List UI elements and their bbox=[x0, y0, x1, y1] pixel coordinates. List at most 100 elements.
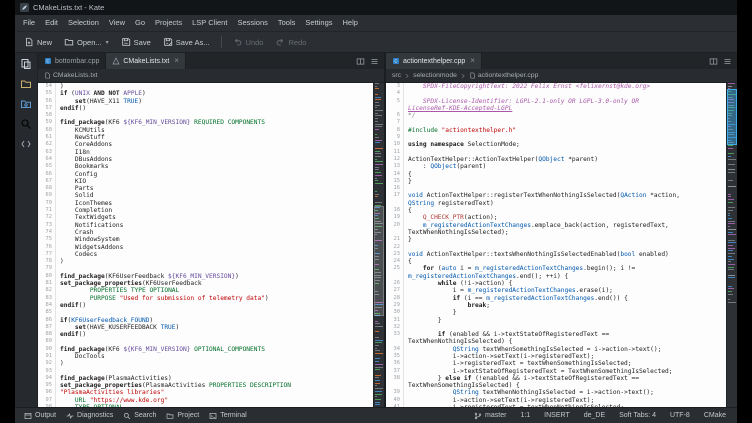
toolview-projects-button[interactable] bbox=[20, 98, 32, 110]
code-line: 66 Config bbox=[38, 171, 374, 178]
breadcrumb-actiontexthelper-cpp[interactable]: actiontexthelper.cpp bbox=[469, 72, 538, 79]
split-view-icon[interactable] bbox=[709, 57, 718, 66]
line-text: WidgetsAddons bbox=[60, 244, 374, 251]
minimap-mark bbox=[375, 202, 382, 203]
minimap-mark bbox=[728, 159, 736, 160]
minimap-scrollbar[interactable] bbox=[373, 83, 384, 407]
minimap-mark bbox=[728, 169, 735, 170]
view-menu-icon[interactable] bbox=[370, 57, 379, 66]
toolview-search-and-replace-button[interactable] bbox=[20, 118, 32, 130]
code-line: 90find_package(KF6 ${KF6_MIN_VERSION} OP… bbox=[38, 346, 374, 353]
statusbar-project-toggle[interactable]: Project bbox=[161, 408, 204, 423]
minimap-mark bbox=[375, 113, 378, 114]
menu-go[interactable]: Go bbox=[130, 15, 150, 31]
statusbar-output-toggle[interactable]: Output bbox=[19, 408, 61, 423]
breadcrumb-cmakelists-txt[interactable]: CMakeLists.txt bbox=[44, 72, 98, 79]
toolview-snippets-button[interactable] bbox=[20, 138, 32, 150]
menu-tools[interactable]: Tools bbox=[273, 15, 301, 31]
menu-settings[interactable]: Settings bbox=[300, 15, 337, 31]
code-line: 36 i->registeredText = textWhenSomething… bbox=[386, 360, 727, 367]
line-text bbox=[408, 244, 727, 251]
split-view-icon[interactable] bbox=[356, 57, 365, 66]
line-number: 5 bbox=[386, 98, 404, 105]
line-number: 17 bbox=[386, 192, 404, 199]
line-text: endif() bbox=[60, 331, 374, 338]
line-text: { bbox=[408, 171, 727, 178]
line-number: 19 bbox=[386, 214, 404, 221]
minimap-mark bbox=[375, 110, 383, 111]
save-as-button[interactable]: Save As... bbox=[158, 35, 215, 49]
code-line: 87 set(HAVE_KUSERFEEDBACK TRUE) bbox=[38, 324, 374, 331]
menu-selection[interactable]: Selection bbox=[63, 15, 104, 31]
menu-help[interactable]: Help bbox=[338, 15, 363, 31]
minimap-mark bbox=[728, 286, 732, 287]
minimap-viewport[interactable] bbox=[727, 89, 737, 144]
code-line: 97 URL "https://www.kde.org" bbox=[38, 397, 374, 404]
line-number: 41 bbox=[386, 404, 404, 407]
breadcrumb-src[interactable]: src bbox=[392, 72, 401, 79]
menu-projects[interactable]: Projects bbox=[150, 15, 187, 31]
line-number: 18 bbox=[386, 207, 404, 214]
statusbar-insert[interactable]: INSERT bbox=[537, 412, 577, 419]
breadcrumb-selectionmode[interactable]: selectionmode bbox=[413, 72, 457, 79]
tab-bottombar-cpp[interactable]: Cbottombar.cpp bbox=[38, 53, 106, 69]
statusbar-terminal-toggle[interactable]: Terminal bbox=[204, 408, 251, 423]
minimap-mark bbox=[375, 402, 380, 403]
minimap-mark bbox=[728, 221, 735, 222]
menu-sessions[interactable]: Sessions bbox=[232, 15, 272, 31]
menu-view[interactable]: View bbox=[104, 15, 130, 31]
statusbar-cmake[interactable]: CMake bbox=[697, 412, 733, 419]
statusbar-1-1[interactable]: 1:1 bbox=[513, 412, 537, 419]
line-text: i->action->setText(i->registeredText); bbox=[408, 397, 727, 404]
open-button[interactable]: Open...▾ bbox=[59, 35, 114, 49]
undo-button[interactable]: Undo bbox=[228, 35, 269, 49]
line-number: 56 bbox=[38, 98, 56, 105]
view-menu-icon[interactable] bbox=[723, 57, 732, 66]
statusbar-master[interactable]: master bbox=[467, 412, 513, 420]
menu-lsp-client[interactable]: LSP Client bbox=[187, 15, 232, 31]
statusbar-utf-8[interactable]: UTF-8 bbox=[663, 412, 697, 419]
minimap-mark bbox=[728, 248, 735, 249]
code-lines[interactable]: 54)55if (UNIX AND NOT APPLE)56 set(HAVE_… bbox=[38, 83, 374, 407]
tab-cmakelists-txt[interactable]: CMakeLists.txt× bbox=[106, 53, 186, 69]
document-open-icon bbox=[64, 37, 74, 47]
tab-close-icon[interactable]: × bbox=[174, 57, 179, 65]
menu-edit[interactable]: Edit bbox=[40, 15, 63, 31]
statusbar-de-de[interactable]: de_DE bbox=[577, 412, 612, 419]
code-line: 98 TYPE OPTIONAL bbox=[38, 404, 374, 407]
code-line: 81set_package_properties(KF6UserFeedback bbox=[38, 280, 374, 287]
code-editor[interactable]: 3 SPDX-FileCopyrightText: 2022 Felix Ern… bbox=[386, 83, 737, 407]
code-line: 78) bbox=[38, 258, 374, 265]
minimap-mark bbox=[375, 161, 383, 162]
statusbar-diagnostics-toggle[interactable]: Diagnostics bbox=[61, 408, 118, 423]
line-number: 28 bbox=[386, 295, 404, 302]
toolview-filesystem-browser-button[interactable] bbox=[20, 78, 32, 90]
toolview-documents-button[interactable] bbox=[20, 58, 32, 70]
minimap-viewport[interactable] bbox=[374, 206, 384, 316]
line-number: 97 bbox=[38, 397, 56, 404]
tab-label: bottombar.cpp bbox=[55, 58, 99, 65]
search-icon bbox=[123, 412, 131, 420]
line-number: 67 bbox=[38, 178, 56, 185]
statusbar-soft-tabs-4[interactable]: Soft Tabs: 4 bbox=[612, 412, 663, 419]
save-button[interactable]: Save bbox=[116, 35, 156, 49]
statusbar-search-toggle[interactable]: Search bbox=[118, 408, 161, 423]
button-label: Save As... bbox=[176, 38, 210, 47]
menu-file[interactable]: File bbox=[18, 15, 40, 31]
line-text: PROPERTIES TYPE OPTIONAL bbox=[60, 287, 374, 294]
code-editor[interactable]: 54)55if (UNIX AND NOT APPLE)56 set(HAVE_… bbox=[38, 83, 384, 407]
code-line: 68 Parts bbox=[38, 185, 374, 192]
minimap-mark bbox=[375, 83, 379, 84]
titlebar[interactable]: CMakeLists.txt - Kate bbox=[15, 0, 737, 15]
tab-actiontexthelper-cpp[interactable]: Cactiontexthelper.cpp× bbox=[386, 53, 482, 69]
minimap-mark bbox=[375, 126, 382, 127]
line-number: 70 bbox=[38, 200, 56, 207]
code-line: 27 i = m_registeredActionTextChanges.era… bbox=[386, 287, 727, 294]
code-lines[interactable]: 3 SPDX-FileCopyrightText: 2022 Felix Ern… bbox=[386, 83, 727, 407]
minimap-mark bbox=[375, 367, 383, 368]
tab-close-icon[interactable]: × bbox=[470, 57, 475, 65]
new-button[interactable]: New bbox=[19, 35, 57, 49]
line-number: 35 bbox=[386, 353, 404, 360]
minimap-scrollbar[interactable] bbox=[726, 83, 737, 407]
redo-button[interactable]: Redo bbox=[270, 35, 311, 49]
